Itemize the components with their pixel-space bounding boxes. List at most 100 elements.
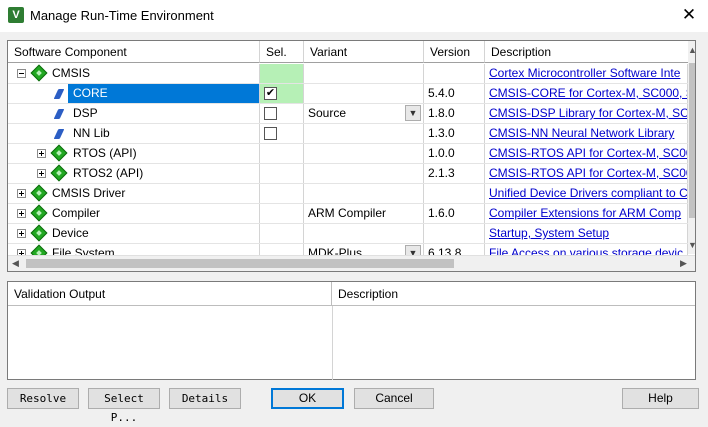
component-label: NN Lib [73, 126, 110, 140]
component-label: CMSIS Driver [52, 186, 126, 200]
expand-icon[interactable] [37, 169, 46, 178]
version-cell: 5.4.0 [424, 84, 485, 103]
variant-cell [304, 144, 424, 163]
component-pin-icon [53, 109, 65, 119]
scroll-right-icon[interactable]: ▶ [680, 258, 687, 269]
description-link[interactable]: Startup, System Setup [485, 224, 688, 243]
table-row[interactable]: RTOS2 (API) 2.1.3 CMSIS-RTOS API for Cor… [8, 164, 688, 184]
sel-cell[interactable] [260, 164, 304, 183]
component-cell: Device [8, 224, 260, 243]
select-checkbox[interactable] [264, 107, 277, 120]
component-group-icon [30, 204, 48, 222]
sel-cell[interactable]: ✔ [260, 84, 304, 103]
table-row[interactable]: Compiler ARM Compiler 1.6.0 Compiler Ext… [8, 204, 688, 224]
resolve-button[interactable]: Resolve [7, 388, 79, 409]
expand-icon[interactable] [37, 149, 46, 158]
component-group-icon [30, 184, 48, 202]
version-cell [424, 184, 485, 203]
sel-cell[interactable] [260, 144, 304, 163]
sel-cell[interactable] [260, 184, 304, 203]
table-row[interactable]: Device Startup, System Setup [8, 224, 688, 244]
component-label: CMSIS [52, 66, 91, 80]
column-header-validation-description[interactable]: Description [332, 282, 695, 306]
component-label: CORE [68, 84, 259, 103]
description-link[interactable]: CMSIS-CORE for Cortex-M, SC000, S [485, 84, 688, 103]
table-row[interactable]: DSP Source ▼ 1.8.0 CMSIS-DSP Library for… [8, 104, 688, 124]
expand-icon[interactable] [17, 189, 26, 198]
table-row[interactable]: CMSIS Cortex Microcontroller Software In… [8, 64, 688, 84]
table-row[interactable]: CORE ✔ 5.4.0 CMSIS-CORE for Cortex-M, SC… [8, 84, 688, 104]
sel-cell[interactable] [260, 124, 304, 143]
component-label: Compiler [52, 206, 101, 220]
sel-cell[interactable] [260, 224, 304, 243]
variant-cell [304, 124, 424, 143]
title-bar: V Manage Run-Time Environment ✕ [0, 0, 708, 32]
component-group-icon [30, 224, 48, 242]
description-link[interactable]: CMSIS-RTOS API for Cortex-M, SC00 [485, 144, 688, 163]
variant-value: Source [308, 106, 347, 120]
variant-dropdown[interactable]: Source ▼ [304, 104, 424, 123]
window-title: Manage Run-Time Environment [30, 8, 214, 23]
column-header-validation-output[interactable]: Validation Output [8, 282, 332, 306]
cancel-button[interactable]: Cancel [354, 388, 434, 409]
column-header-description[interactable]: Description [485, 41, 695, 63]
table-row[interactable]: RTOS (API) 1.0.0 CMSIS-RTOS API for Cort… [8, 144, 688, 164]
collapse-icon[interactable] [17, 69, 26, 78]
expand-icon[interactable] [17, 229, 26, 238]
scroll-left-icon[interactable]: ◀ [12, 258, 19, 269]
vertical-scroll-thumb[interactable] [689, 63, 695, 218]
scroll-up-icon[interactable]: ▲ [688, 45, 695, 55]
table-row[interactable]: NN Lib 1.3.0 CMSIS-NN Neural Network Lib… [8, 124, 688, 144]
version-cell [424, 64, 485, 83]
component-label: Device [52, 226, 89, 240]
select-packs-button[interactable]: Select P... [88, 388, 160, 424]
component-label: RTOS (API) [73, 146, 137, 160]
component-group-icon [50, 164, 68, 182]
component-cell: CMSIS Driver [8, 184, 260, 203]
column-divider [332, 306, 333, 380]
column-header-version[interactable]: Version [424, 41, 485, 63]
scroll-down-icon[interactable]: ▼ [688, 240, 695, 250]
component-group-icon [50, 144, 68, 162]
sel-cell[interactable] [260, 104, 304, 123]
table-row[interactable]: CMSIS Driver Unified Device Drivers comp… [8, 184, 688, 204]
version-cell: 1.6.0 [424, 204, 485, 223]
component-cell: RTOS2 (API) [8, 164, 260, 183]
variant-cell: ARM Compiler [304, 204, 424, 223]
description-link[interactable]: CMSIS-NN Neural Network Library [485, 124, 688, 143]
column-header-software-component[interactable]: Software Component [8, 41, 260, 63]
component-cell: DSP [8, 104, 260, 123]
expand-icon[interactable] [17, 209, 26, 218]
description-link[interactable]: Cortex Microcontroller Software Inte [485, 64, 688, 83]
version-cell: 2.1.3 [424, 164, 485, 183]
version-cell: 1.0.0 [424, 144, 485, 163]
close-button[interactable]: ✕ [670, 0, 708, 32]
column-header-variant[interactable]: Variant [304, 41, 424, 63]
version-cell: 1.3.0 [424, 124, 485, 143]
validation-grid: Validation Output Description [7, 281, 696, 380]
chevron-down-icon[interactable]: ▼ [405, 105, 421, 121]
select-checkbox[interactable] [264, 127, 277, 140]
select-checkbox[interactable]: ✔ [264, 87, 277, 100]
component-cell: CMSIS [8, 64, 260, 83]
description-link[interactable]: Compiler Extensions for ARM Comp [485, 204, 688, 223]
sel-cell[interactable] [260, 204, 304, 223]
ok-button[interactable]: OK [271, 388, 344, 409]
details-button[interactable]: Details [169, 388, 241, 409]
component-pin-icon [53, 129, 65, 139]
component-grid: Software Component Sel. Variant Version … [7, 40, 696, 272]
description-link[interactable]: CMSIS-DSP Library for Cortex-M, SC [485, 104, 688, 123]
help-button[interactable]: Help [622, 388, 699, 409]
component-label: RTOS2 (API) [73, 166, 144, 180]
horizontal-scroll-thumb[interactable] [26, 259, 454, 268]
component-cell: Compiler [8, 204, 260, 223]
variant-cell [304, 224, 424, 243]
column-header-sel[interactable]: Sel. [260, 41, 304, 63]
sel-cell[interactable] [260, 64, 304, 83]
component-cell: RTOS (API) [8, 144, 260, 163]
description-link[interactable]: CMSIS-RTOS API for Cortex-M, SC00 [485, 164, 688, 183]
version-cell: 1.8.0 [424, 104, 485, 123]
description-link[interactable]: Unified Device Drivers compliant to C [485, 184, 688, 203]
variant-cell [304, 64, 424, 83]
variant-cell [304, 184, 424, 203]
